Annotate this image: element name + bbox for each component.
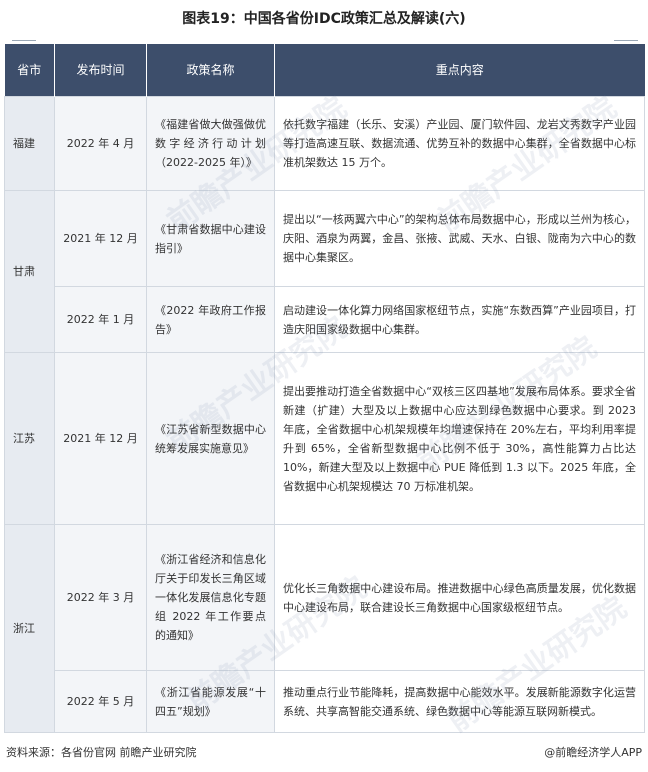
date-cell: 2021 年 12 月: [54, 190, 147, 287]
header-policy: 政策名称: [146, 44, 275, 97]
province-cell: 福建: [4, 96, 55, 191]
date-cell: 2022 年 1 月: [54, 286, 147, 353]
brand-credit: @前瞻经济学人APP: [544, 746, 642, 759]
header-date: 发布时间: [54, 44, 147, 97]
header-province: 省市: [4, 44, 55, 97]
policy-cell: 《浙江省能源发展“十四五”规划》: [146, 670, 275, 733]
content-cell: 优化长三角数据中心建设布局。推进数据中心绿色高质量发展，优化数据中心建设布局，联…: [274, 524, 645, 671]
policy-cell: 《浙江省经济和信息化厅关于印发长三角区域一体化发展信息化专题组 2022 年工作…: [146, 524, 275, 671]
date-cell: 2022 年 5 月: [54, 670, 147, 733]
source-note: 资料来源：各省份官网 前瞻产业研究院: [6, 746, 197, 759]
content-cell: 提出以“一核两翼六中心”的架构总体布局数据中心，形成以兰州为核心，庆阳、酒泉为两…: [274, 190, 645, 287]
content-cell: 推动重点行业节能降耗，提高数据中心能效水平。发展新能源数字化运营系统、共享高智能…: [274, 670, 645, 733]
table-row: 浙江 2022 年 3 月 《浙江省经济和信息化厅关于印发长三角区域一体化发展信…: [4, 524, 645, 733]
table-header-row: 省市 发布时间 政策名称 重点内容: [4, 44, 645, 97]
province-cell: 浙江: [4, 524, 55, 733]
policy-cell: 《甘肃省数据中心建设指引》: [146, 190, 275, 287]
table-row: 甘肃 2021 年 12 月 《甘肃省数据中心建设指引》 提出以“一核两翼六中心…: [4, 190, 645, 353]
province-cell: 江苏: [4, 352, 55, 525]
policy-cell: 《江苏省新型数据中心统筹发展实施意见》: [146, 352, 275, 525]
content-cell: 依托数字福建（长乐、安溪）产业园、厦门软件园、龙岩文秀数字产业园等打造高速互联、…: [274, 96, 645, 191]
date-cell: 2022 年 3 月: [54, 524, 147, 671]
province-cell: 甘肃: [4, 190, 55, 353]
header-content: 重点内容: [274, 44, 645, 97]
content-cell: 提出要推动打造全省数据中心“双核三区四基地”发展布局体系。要求全省新建（扩建）大…: [274, 352, 645, 525]
policy-cell: 《2022 年政府工作报告》: [146, 286, 275, 353]
chart-title: 图表19：中国各省份IDC政策汇总及解读(六): [182, 11, 466, 27]
content-cell: 启动建设一体化算力网络国家枢纽节点，实施“东数西算”产业园项目，打造庆阳国家级数…: [274, 286, 645, 353]
table-row: 2022 年 5 月 《浙江省能源发展“十四五”规划》 推动重点行业节能降耗，提…: [5, 670, 645, 733]
table-row: 2022 年 1 月 《2022 年政府工作报告》 启动建设一体化算力网络国家枢…: [5, 286, 645, 353]
table-row: 江苏 2021 年 12 月 《江苏省新型数据中心统筹发展实施意见》 提出要推动…: [4, 352, 645, 525]
table-row: 福建 2022 年 4 月 《福建省做大做强做优数字经济行动计划（2022-20…: [4, 96, 645, 191]
policy-table: 省市 发布时间 政策名称 重点内容 福建 2022 年 4 月 《福建省做大做强…: [4, 44, 645, 733]
date-cell: 2021 年 12 月: [54, 352, 147, 525]
policy-cell: 《福建省做大做强做优数字经济行动计划（2022-2025 年）》: [146, 96, 275, 191]
date-cell: 2022 年 4 月: [54, 96, 147, 191]
